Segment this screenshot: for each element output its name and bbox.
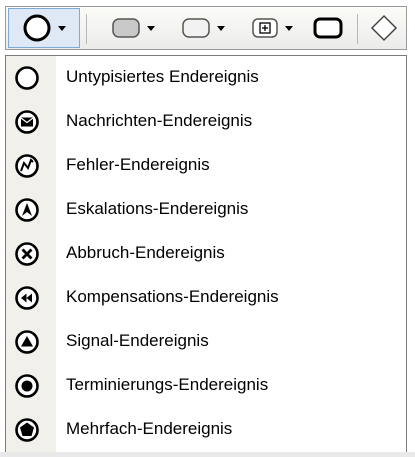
menu-item-label: Terminierungs-Endereignis (66, 375, 269, 394)
toolbar-separator (357, 14, 358, 44)
menu-item-label: Nachrichten-Endereignis (66, 111, 253, 130)
menu-item-signal-end-event[interactable]: Signal-Endereignis (6, 322, 406, 362)
end-event-dropdown-button[interactable] (8, 8, 80, 48)
menu-item-label: Kompensations-Endereignis (66, 287, 279, 306)
gateway-diamond-icon (370, 14, 398, 42)
error-end-event-icon (15, 154, 39, 178)
terminate-end-event-icon (15, 374, 39, 398)
chevron-down-icon (285, 25, 293, 31)
menu-item-label: Mehrfach-Endereignis (66, 419, 233, 438)
collapsed-subprocess-dropdown-button[interactable] (242, 7, 302, 49)
untyped-end-event-icon (15, 66, 39, 90)
menu-item-terminate-end-event[interactable]: Terminierungs-Endereignis (6, 366, 406, 406)
gateway-button[interactable] (364, 7, 404, 49)
menu-item-label: Abbruch-Endereignis (66, 243, 225, 262)
background-strip (0, 452, 415, 457)
menu-item-label: Signal-Endereignis (66, 331, 209, 350)
chevron-down-icon (217, 25, 225, 31)
chevron-down-icon (147, 25, 155, 31)
message-end-event-icon (15, 110, 39, 134)
collapsed-subprocess-icon (252, 18, 278, 38)
menu-item-error-end-event[interactable]: Fehler-Endereignis (6, 146, 406, 186)
end-event-menu: Untypisiertes Endereignis Nachrichten-En… (5, 55, 407, 453)
toolbar-separator (86, 14, 87, 44)
task-dropdown-button[interactable] (102, 7, 164, 49)
cancel-end-event-icon (15, 242, 39, 266)
escalation-end-event-icon (15, 198, 39, 222)
chevron-down-icon (58, 25, 66, 31)
menu-item-untyped-end-event[interactable]: Untypisiertes Endereignis (6, 58, 406, 98)
compensation-end-event-icon (15, 286, 39, 310)
bpmn-toolbar (5, 6, 407, 50)
subprocess-dropdown-button[interactable] (172, 7, 234, 49)
task-rounded-rect-icon (112, 18, 140, 38)
menu-item-multiple-end-event[interactable]: Mehrfach-Endereignis (6, 410, 406, 450)
menu-item-label: Untypisiertes Endereignis (66, 67, 259, 86)
menu-item-cancel-end-event[interactable]: Abbruch-Endereignis (6, 234, 406, 274)
subprocess-rounded-rect-icon (182, 18, 210, 38)
end-event-circle-icon (23, 14, 51, 42)
signal-end-event-icon (15, 330, 39, 354)
call-activity-button[interactable] (308, 7, 348, 49)
menu-item-escalation-end-event[interactable]: Eskalations-Endereignis (6, 190, 406, 230)
menu-item-message-end-event[interactable]: Nachrichten-Endereignis (6, 102, 406, 142)
menu-item-compensation-end-event[interactable]: Kompensations-Endereignis (6, 278, 406, 318)
menu-item-label: Fehler-Endereignis (66, 155, 210, 174)
menu-item-label: Eskalations-Endereignis (66, 199, 249, 218)
multiple-end-event-icon (15, 418, 39, 442)
call-activity-icon (313, 17, 343, 39)
